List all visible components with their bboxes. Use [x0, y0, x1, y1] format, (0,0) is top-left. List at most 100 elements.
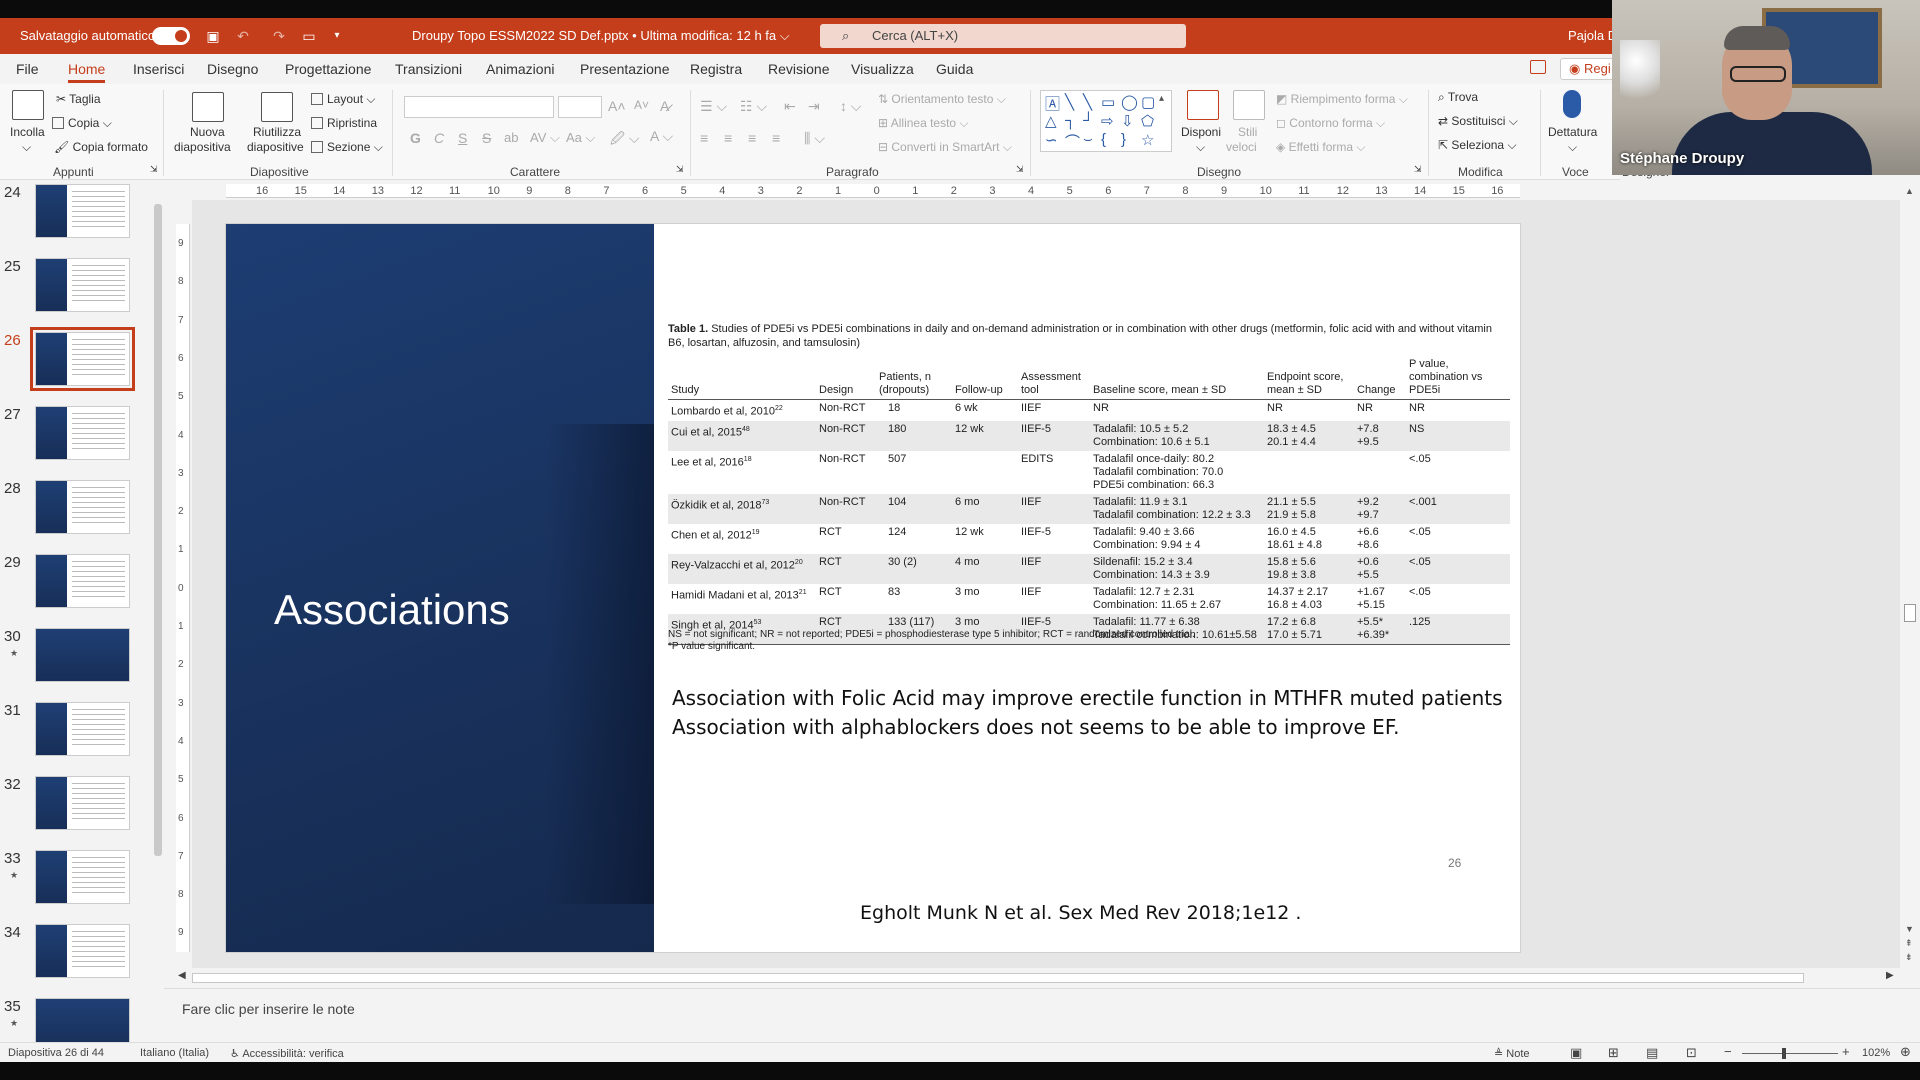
brace-left-icon[interactable]: {: [1101, 131, 1106, 148]
slide-thumbnail[interactable]: [35, 850, 130, 904]
notes-placeholder[interactable]: Fare clic per inserire le note: [182, 1001, 355, 1017]
slide-vertical-scrollbar[interactable]: ▲ ▼ ⇞ ⇟: [1900, 184, 1920, 968]
shape-fill-button[interactable]: ◩ Riempimento forma ⌵: [1276, 92, 1408, 107]
reset-button[interactable]: Ripristina: [311, 116, 377, 130]
line-shape-icon[interactable]: ╲: [1065, 93, 1074, 111]
font-color-icon[interactable]: A ⌵: [650, 128, 673, 145]
current-slide[interactable]: Associations Table 1. Studies of PDE5i v…: [226, 224, 1520, 952]
tab-animations[interactable]: Animazioni: [486, 61, 554, 77]
curve-shape-icon[interactable]: ∽: [1045, 131, 1058, 149]
tab-file[interactable]: File: [16, 61, 39, 77]
slide-thumbnail-item[interactable]: 33 ★: [0, 850, 152, 922]
normal-view-icon[interactable]: ▣: [1570, 1045, 1582, 1061]
tab-home[interactable]: Home: [68, 61, 106, 83]
undo-icon[interactable]: ↶: [234, 27, 252, 45]
tab-design[interactable]: Progettazione: [285, 61, 371, 77]
slide-thumbnail[interactable]: [35, 554, 130, 608]
association-text[interactable]: Association with Folic Acid may improve …: [672, 684, 1503, 742]
bullets-icon[interactable]: ☰ ⌵: [700, 98, 727, 115]
fit-slide-icon[interactable]: ⊕: [1900, 1044, 1911, 1060]
thumbnails-scroll-thumb[interactable]: [154, 204, 162, 856]
brace-right-icon[interactable]: }: [1121, 131, 1126, 148]
arrange-icon[interactable]: [1187, 90, 1219, 120]
reuse-slides-label-2[interactable]: diapositive: [247, 140, 304, 154]
change-case-icon[interactable]: Aa ⌵: [566, 130, 595, 146]
tab-slideshow[interactable]: Presentazione: [580, 61, 670, 77]
align-text-button[interactable]: ⊞ Allinea testo ⌵: [878, 116, 969, 131]
tab-review[interactable]: Revisione: [768, 61, 829, 77]
microphone-icon[interactable]: [1563, 90, 1581, 118]
notes-toggle-button[interactable]: ≜ Note: [1494, 1047, 1530, 1060]
slide-thumbnail-item[interactable]: 32: [0, 776, 152, 848]
underline-button[interactable]: S: [458, 130, 467, 146]
curve2-shape-icon[interactable]: ⌣: [1083, 131, 1093, 148]
oval-shape-icon[interactable]: ◯: [1121, 93, 1138, 111]
clear-format-icon[interactable]: A̷: [660, 98, 669, 114]
slide-thumbnail[interactable]: [35, 480, 130, 534]
quick-styles-label-1[interactable]: Stili: [1238, 125, 1257, 139]
slideshow-view-icon[interactable]: ⊡: [1686, 1045, 1697, 1061]
thumbnails-scrollbar[interactable]: [152, 186, 164, 1032]
font-size-dropdown[interactable]: [558, 96, 602, 118]
section-button[interactable]: Sezione ⌵: [311, 140, 383, 155]
slide-thumbnail-item[interactable]: 26: [0, 327, 152, 404]
align-center-icon[interactable]: ≡: [724, 130, 732, 146]
find-button[interactable]: ⌕ Trova: [1438, 90, 1478, 105]
zoom-out-icon[interactable]: −: [1724, 1044, 1732, 1059]
tab-record[interactable]: Registra: [690, 61, 742, 77]
rectangle-shape-icon[interactable]: ▭: [1101, 93, 1115, 111]
tab-insert[interactable]: Inserisci: [133, 61, 184, 77]
arrange-dropdown-icon[interactable]: ⌵: [1196, 140, 1205, 155]
columns-icon[interactable]: ⫼ ⌵: [804, 130, 825, 147]
slide-thumbnail[interactable]: [35, 258, 130, 312]
shape-effects-button[interactable]: ◈ Effetti forma ⌵: [1276, 140, 1365, 155]
tab-help[interactable]: Guida: [936, 61, 973, 77]
tab-transitions[interactable]: Transizioni: [395, 61, 462, 77]
drawing-launcher-icon[interactable]: ⇲: [1414, 164, 1422, 175]
slide-thumbnail-item[interactable]: 34: [0, 924, 152, 996]
tab-draw[interactable]: Disegno: [207, 61, 258, 77]
pentagon-shape-icon[interactable]: ⬠: [1141, 112, 1154, 130]
tab-view[interactable]: Visualizza: [851, 61, 914, 77]
zoom-level[interactable]: 102%: [1862, 1047, 1890, 1059]
dictate-dropdown-icon[interactable]: ⌵: [1568, 140, 1577, 155]
shapes-gallery[interactable]: 🄰 ╲ ╲ ▭ ◯ ▢ △ ┐ ┘ ⇨ ⇩ ⬠ ∽ ⌒ ⌣ { } ☆ ▴: [1040, 90, 1172, 152]
scroll-left-icon[interactable]: ◀: [178, 970, 186, 981]
shape-outline-button[interactable]: ◻ Contorno forma ⌵: [1276, 116, 1385, 131]
redo-icon[interactable]: ↷: [270, 27, 288, 45]
slide-thumbnail[interactable]: [35, 406, 130, 460]
scroll-up-icon[interactable]: ▲: [1905, 186, 1914, 196]
increase-indent-icon[interactable]: ⇥: [808, 98, 820, 115]
slide-heading[interactable]: Associations: [274, 586, 510, 634]
zoom-slider-knob[interactable]: [1782, 1048, 1786, 1059]
status-language[interactable]: Italiano (Italia): [140, 1047, 209, 1059]
rounded-rect-shape-icon[interactable]: ▢: [1141, 93, 1155, 111]
highlight-icon[interactable]: 🖉 ⌵: [610, 128, 639, 152]
slide-thumbnail-item[interactable]: 28: [0, 480, 152, 552]
gallery-more-icon[interactable]: ▴: [1159, 93, 1164, 104]
align-right-icon[interactable]: ≡: [748, 130, 756, 146]
replace-button[interactable]: ⇄ Sostituisci ⌵: [1438, 114, 1518, 129]
new-slide-icon[interactable]: [192, 92, 224, 122]
appunti-launcher-icon[interactable]: ⇲: [150, 164, 158, 175]
elbow2-connector-icon[interactable]: ┘: [1083, 112, 1094, 129]
cut-button[interactable]: ✂ Taglia: [56, 92, 101, 106]
copy-button[interactable]: Copia ⌵: [52, 116, 112, 131]
smartart-button[interactable]: ⊟ Converti in SmartArt ⌵: [878, 140, 1012, 155]
previous-slide-icon[interactable]: ⇞: [1905, 938, 1913, 949]
user-name[interactable]: Pajola D: [1568, 28, 1617, 43]
scroll-down-icon[interactable]: ▼: [1905, 924, 1914, 934]
slide-thumbnail[interactable]: [35, 702, 130, 756]
slide-thumbnail[interactable]: [35, 628, 130, 682]
triangle-shape-icon[interactable]: △: [1045, 112, 1057, 130]
zoom-slider-track[interactable]: [1742, 1053, 1838, 1054]
autosave-toggle[interactable]: [152, 27, 190, 45]
quick-styles-label-2[interactable]: veloci: [1226, 140, 1257, 154]
arrange-button[interactable]: Disponi: [1181, 125, 1221, 139]
comments-icon[interactable]: [1530, 60, 1546, 74]
elbow-connector-icon[interactable]: ┐: [1065, 112, 1076, 129]
slide-thumbnail[interactable]: [30, 327, 135, 391]
bold-button[interactable]: G: [410, 130, 421, 146]
next-slide-icon[interactable]: ⇟: [1905, 952, 1913, 963]
new-slide-label-1[interactable]: Nuova: [190, 125, 225, 139]
